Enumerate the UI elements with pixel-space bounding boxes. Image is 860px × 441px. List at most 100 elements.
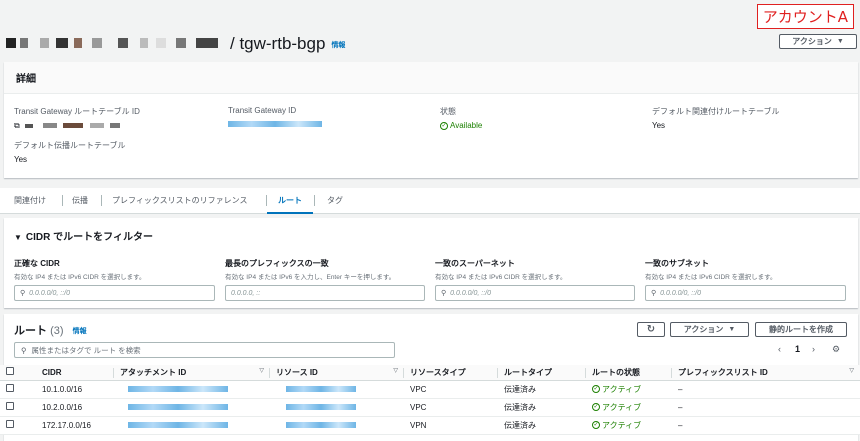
table-header-row: CIDR アタッチメント ID ▽ リソース ID ▽ リソースタイプ ルートタイプ… [0, 365, 860, 381]
search-icon: ⚲ [20, 290, 26, 297]
filter-label: 一致のサブネット [645, 259, 709, 268]
refresh-button[interactable]: ↻ [637, 322, 665, 337]
field-default-prop: デフォルト伝播ルートテーブル Yes [14, 140, 126, 164]
check-circle-icon: ✓ [440, 121, 448, 130]
column-label: ルートタイプ [504, 367, 552, 377]
sort-caret-icon: ▽ [393, 367, 398, 374]
prefix-list-cell: – [672, 380, 860, 399]
attachment-id-cell[interactable] [114, 380, 270, 399]
search-icon: ⚲ [21, 345, 27, 355]
row-checkbox[interactable] [6, 384, 14, 392]
prev-page-icon[interactable]: ‹ [778, 344, 781, 354]
filter-description: 有効な IP4 または IPv6 CIDR を選択します。 [14, 274, 146, 281]
attachment-id-cell[interactable] [114, 416, 270, 435]
field-value: ✓ Available [440, 121, 482, 130]
supernet-input[interactable]: ⚲ 0.0.0.0/0, ::/0 [435, 285, 635, 301]
row-checkbox[interactable] [6, 420, 14, 428]
column-header[interactable]: ルートの状態 [586, 365, 672, 381]
page-header: / tgw-rtb-bgp 情報 アクション ▼ [0, 32, 860, 56]
resource-id-cell[interactable] [270, 380, 404, 399]
filter-longest-prefix: 最長のプレフィックスの一致 有効な IP4 または IPv6 を入力し、Ente… [225, 258, 425, 301]
state-text: Available [450, 121, 483, 130]
field-value[interactable] [228, 119, 322, 128]
route-type-cell: 伝達済み [498, 398, 586, 417]
input-placeholder: 0.0.0.0, :: [231, 289, 261, 297]
row-checkbox[interactable] [6, 402, 14, 410]
filter-description: 有効な IP4 または IPv6 CIDR を選択します。 [645, 274, 777, 281]
column-header[interactable]: プレフィックスリスト ID ▽ [672, 365, 860, 381]
column-label: アタッチメント ID [120, 367, 187, 377]
column-header[interactable]: リソースタイプ [404, 365, 498, 381]
tab-separator [266, 195, 267, 206]
page-number[interactable]: 1 [795, 344, 800, 354]
actions-button[interactable]: アクション ▼ [779, 34, 857, 49]
table-row[interactable]: 10.1.0.0/16 VPC 伝達済み ✓ アクティブ – [0, 380, 860, 399]
state-text: アクティブ [602, 402, 642, 412]
table-row[interactable]: 172.17.0.0/16 VPN 伝達済み ✓ アクティブ – [0, 416, 860, 435]
next-page-icon[interactable]: › [812, 344, 815, 354]
resource-type-cell: VPC [404, 398, 498, 417]
sort-caret-icon: ▽ [259, 367, 264, 374]
column-label: リソースタイプ [410, 367, 466, 377]
copy-icon[interactable]: ⧉ [14, 121, 20, 130]
tab-routes[interactable]: ルート [278, 195, 302, 206]
route-state-cell: ✓ アクティブ [586, 398, 672, 417]
routes-count: (3) [50, 325, 64, 337]
details-heading: 詳細 [4, 62, 858, 94]
route-type-cell: 伝達済み [498, 380, 586, 399]
field-value: Yes [652, 121, 666, 130]
route-type-cell: 伝達済み [498, 416, 586, 435]
tab-tags[interactable]: タグ [327, 195, 343, 206]
tab-separator [101, 195, 102, 206]
account-annotation: アカウントA [756, 4, 854, 29]
row-select [0, 380, 36, 399]
tab-separator [62, 195, 63, 206]
column-label: リソース ID [276, 367, 318, 377]
column-header[interactable]: アタッチメント ID ▽ [114, 365, 270, 381]
routes-search-input[interactable]: ⚲ 属性またはタグで ルート を検索 [14, 342, 395, 358]
resource-id-cell[interactable] [270, 398, 404, 417]
info-link[interactable]: 情報 [331, 42, 345, 49]
info-link[interactable]: 情報 [73, 328, 87, 335]
longest-prefix-input[interactable]: 0.0.0.0, :: [225, 285, 425, 301]
filter-supernet: 一致のスーパーネット 有効な IP4 または IPv6 CIDR を選択します。… [435, 258, 635, 301]
caret-down-icon: ▼ [728, 326, 736, 333]
table-row[interactable]: 10.2.0.0/16 VPC 伝達済み ✓ アクティブ – [0, 398, 860, 417]
routes-actions-button[interactable]: アクション ▼ [670, 322, 749, 337]
filter-exact-cidr: 正確な CIDR 有効な IP4 または IPv6 CIDR を選択します。 ⚲… [14, 258, 215, 301]
field-tgw-id: Transit Gateway ID [228, 106, 322, 128]
field-default-assoc: デフォルト関連付けルートテーブル Yes [652, 106, 780, 130]
tab-prefix-list-references[interactable]: プレフィックスリストのリファレンス [112, 195, 247, 206]
search-placeholder: 属性またはタグで ルート を検索 [31, 345, 141, 355]
resource-id-cell[interactable] [270, 416, 404, 435]
column-header[interactable]: ルートタイプ [498, 365, 586, 381]
field-label: Transit Gateway ID [228, 106, 297, 115]
filter-heading[interactable]: ▼ CIDR でルートをフィルター [14, 228, 153, 243]
check-circle-icon: ✓ [592, 421, 600, 430]
search-icon: ⚲ [651, 290, 657, 297]
filter-label: 一致のスーパーネット [435, 259, 515, 268]
column-header[interactable]: CIDR [36, 365, 114, 381]
settings-gear-icon[interactable]: ⚙ [832, 344, 840, 355]
cidr-cell: 10.2.0.0/16 [36, 398, 114, 417]
select-all-checkbox[interactable] [6, 367, 14, 376]
row-select [0, 398, 36, 417]
attachment-id-cell[interactable] [114, 398, 270, 417]
create-static-route-button[interactable]: 静的ルートを作成 [755, 322, 847, 337]
exact-cidr-input[interactable]: ⚲ 0.0.0.0/0, ::/0 [14, 285, 215, 301]
column-header[interactable]: リソース ID ▽ [270, 365, 404, 381]
filter-heading-text: CIDR でルートをフィルター [25, 232, 153, 243]
prefix-list-cell: – [672, 398, 860, 417]
page-title: / tgw-rtb-bgp 情報 [230, 34, 345, 54]
tab-associations[interactable]: 関連付け [14, 195, 46, 206]
field-state: 状態 ✓ Available [440, 106, 482, 130]
refresh-icon: ↻ [646, 324, 656, 335]
cidr-cell: 172.17.0.0/16 [36, 416, 114, 435]
subnet-input[interactable]: ⚲ 0.0.0.0/0, ::/0 [645, 285, 846, 301]
input-placeholder: 0.0.0.0/0, ::/0 [660, 289, 702, 297]
search-icon: ⚲ [441, 290, 447, 297]
filter-label: 最長のプレフィックスの一致 [225, 259, 329, 268]
tab-propagations[interactable]: 伝播 [72, 195, 88, 206]
routes-heading: ルート (3) 情報 [14, 322, 87, 338]
resource-type-cell: VPC [404, 380, 498, 399]
